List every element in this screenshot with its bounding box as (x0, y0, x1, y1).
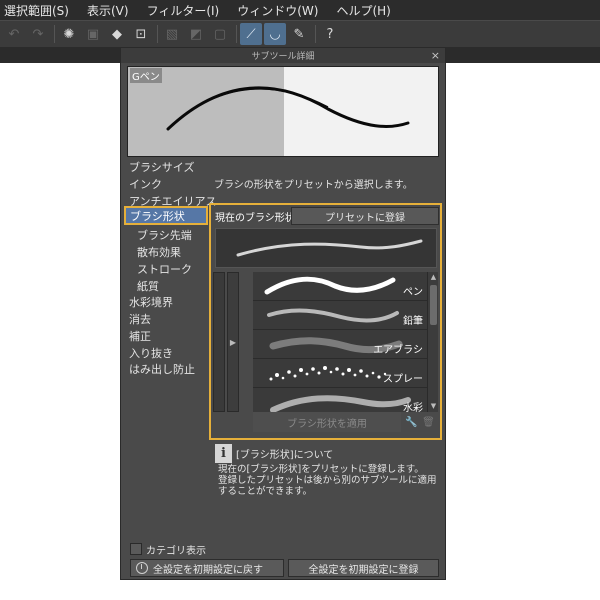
menu-item-selection[interactable]: 選択範囲(S) (0, 2, 78, 19)
category-start-end[interactable]: 入り抜き (129, 345, 173, 361)
bottom-strip (0, 580, 600, 600)
app-window: 選択範囲(S) 表示(V) フィルター(I) ウィンドウ(W) ヘルプ(H) ↶… (0, 0, 600, 600)
stabilize-icon[interactable]: ⟋ (240, 23, 262, 45)
expand-arrow-icon[interactable]: ▶ (227, 272, 239, 412)
trash-icon[interactable]: 🗑 (422, 417, 435, 428)
register-preset-button[interactable]: プリセットに登録 (291, 207, 439, 225)
power-icon (136, 562, 148, 574)
curve-icon[interactable]: ◡ (264, 23, 286, 45)
subtool-detail-panel: サブツール詳細 × Gペン ブラシサイズ インク アンチエイリアス ブラシ形状 … (120, 47, 446, 580)
preset-list-area: ▶ ペン 鉛筆 エアブラシ スプレー 水彩 ▲ ▼ (213, 272, 439, 412)
reset-all-button[interactable]: 全設定を初期設定に戻す (130, 559, 284, 577)
preset-actions: 🔧 🗑 (403, 414, 437, 430)
menu-item-filter[interactable]: フィルター(I) (138, 2, 229, 19)
close-icon[interactable]: × (431, 48, 440, 63)
category-toggle-label: カテゴリ表示 (146, 546, 206, 557)
reset-all-label: 全設定を初期設定に戻す (153, 564, 263, 576)
loading-icon[interactable]: ✺ (58, 23, 80, 45)
snap-special-icon[interactable]: ◩ (185, 23, 207, 45)
pen-pressure-icon[interactable]: ✎ (288, 23, 310, 45)
menu-bar: 選択範囲(S) 表示(V) フィルター(I) ウィンドウ(W) ヘルプ(H) (0, 0, 600, 20)
command-bar: ↶ ↷ ✺ ▣ ◆ ⊡ ▧ ◩ ▢ ⟋ ◡ ✎ ? (0, 20, 600, 47)
brush-preview: Gペン (127, 66, 439, 157)
brush-label: スプレー (383, 374, 423, 385)
menu-item-view[interactable]: 表示(V) (78, 2, 138, 19)
toolbar-divider (157, 25, 158, 43)
category-stroke[interactable]: ストローク (137, 261, 192, 277)
snap-icon[interactable]: ▧ (161, 23, 183, 45)
copy-icon[interactable]: ▣ (82, 23, 104, 45)
brush-label: 鉛筆 (403, 316, 423, 327)
toolbar-divider (54, 25, 55, 43)
help-icon[interactable]: ? (319, 23, 341, 45)
info-icon: i (215, 444, 232, 463)
category-brush-size[interactable]: ブラシサイズ (129, 159, 194, 175)
scroll-thumb[interactable] (430, 285, 437, 325)
menu-item-window[interactable]: ウィンドウ(W) (228, 2, 327, 19)
redo-icon[interactable]: ↷ (27, 23, 49, 45)
category-paper-texture[interactable]: 紙質 (137, 278, 159, 294)
category-correction[interactable]: 補正 (129, 328, 151, 344)
wrench-icon[interactable]: 🔧 (405, 417, 417, 428)
preview-stroke (166, 86, 410, 131)
info-title: [ブラシ形状]について (236, 450, 334, 461)
snap-grid-icon[interactable]: ▢ (209, 23, 231, 45)
list-item[interactable]: 水彩 (253, 388, 427, 412)
preset-group-column[interactable] (213, 272, 225, 412)
category-brush-shape[interactable]: ブラシ形状 (124, 206, 208, 225)
transform-icon[interactable]: ⊡ (130, 23, 152, 45)
brush-preset-list: ペン 鉛筆 エアブラシ スプレー 水彩 (253, 272, 427, 412)
scroll-down-icon[interactable]: ▼ (428, 401, 439, 412)
category-toggle-checkbox[interactable] (130, 543, 142, 555)
current-shape-preview (215, 228, 437, 268)
shape-description: ブラシの形状をプリセットから選択します。 (214, 180, 413, 191)
watercolor-stroke-icon (270, 395, 411, 412)
list-item[interactable]: 鉛筆 (253, 301, 427, 330)
brush-label: 水彩 (403, 403, 423, 412)
menu-item-help[interactable]: ヘルプ(H) (327, 2, 399, 19)
pen-stroke-icon (264, 276, 396, 295)
list-item[interactable]: ペン (253, 272, 427, 301)
toolbar-divider (236, 25, 237, 43)
toolbar-divider (315, 25, 316, 43)
category-erase[interactable]: 消去 (129, 311, 151, 327)
category-watercolor-edge[interactable]: 水彩境界 (129, 294, 173, 310)
category-spray-effect[interactable]: 散布効果 (137, 244, 181, 260)
category-brush-tip[interactable]: ブラシ先端 (137, 227, 192, 243)
apply-shape-button[interactable]: ブラシ形状を適用 (253, 412, 401, 432)
brush-label: ペン (403, 287, 423, 298)
pencil-stroke-icon (267, 308, 399, 323)
register-default-button[interactable]: 全設定を初期設定に登録 (288, 559, 439, 577)
brush-label: エアブラシ (373, 345, 423, 356)
category-prevent-overflow[interactable]: はみ出し防止 (129, 361, 195, 377)
shape-tabs: 現在のブラシ形状 プリセットに登録 (213, 207, 439, 225)
undo-icon[interactable]: ↶ (3, 23, 25, 45)
list-item[interactable]: スプレー (253, 359, 427, 388)
info-body: 現在の[ブラシ形状]をプリセットに登録します。 登録したプリセットは後から別のサ… (218, 464, 437, 497)
category-ink[interactable]: インク (129, 176, 162, 192)
list-item[interactable]: エアブラシ (253, 330, 427, 359)
panel-title-bar[interactable]: サブツール詳細 × (121, 48, 445, 63)
preset-scrollbar[interactable]: ▲ ▼ (427, 272, 438, 412)
current-shape-stroke (236, 239, 423, 257)
preview-tool-name: Gペン (130, 68, 162, 83)
scroll-up-icon[interactable]: ▲ (428, 272, 439, 283)
panel-title: サブツール詳細 (251, 52, 315, 62)
tab-current-shape[interactable]: 現在のブラシ形状 (213, 207, 295, 225)
fill-icon[interactable]: ◆ (106, 23, 128, 45)
